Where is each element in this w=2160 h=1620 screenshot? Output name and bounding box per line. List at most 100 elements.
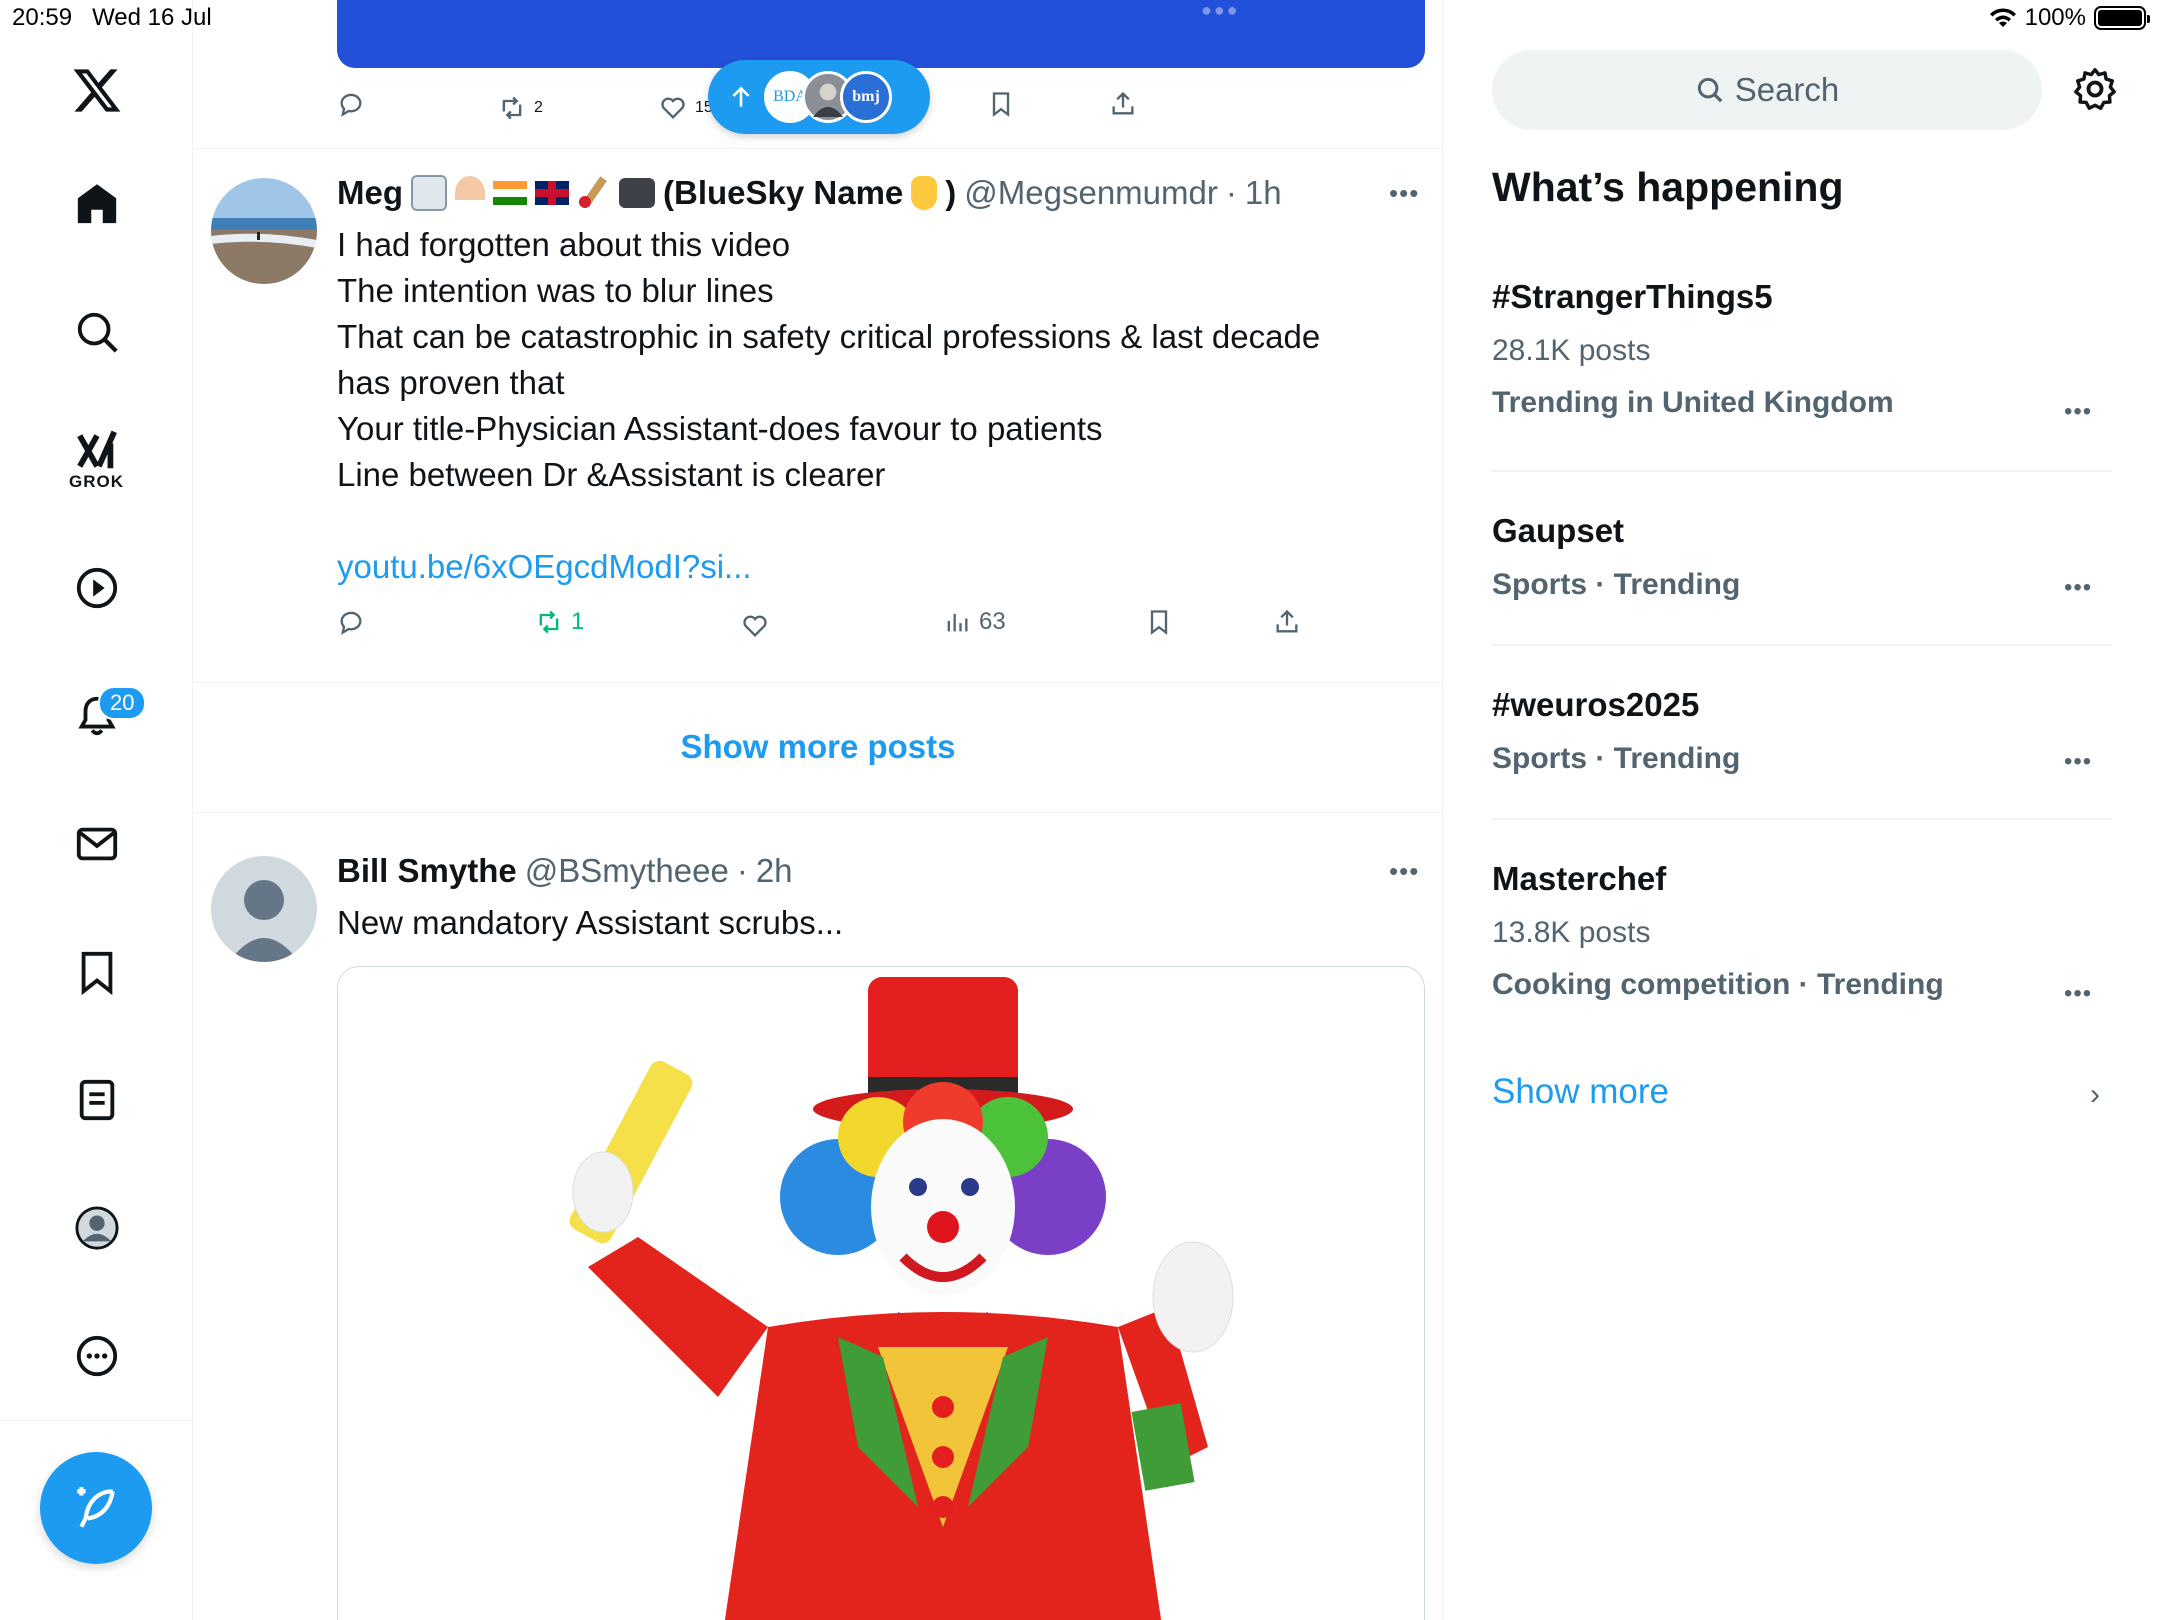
reply-icon <box>340 93 362 117</box>
trend-context: Sports · Trending <box>1492 568 1741 601</box>
nav-bookmarks[interactable] <box>0 932 193 1012</box>
trend-name: #weuros2025 <box>1492 686 1700 723</box>
nav-divider <box>0 1420 193 1421</box>
tweet-line: Your title-Physician Assistant-does favo… <box>337 410 1103 447</box>
tweet-author-name[interactable]: Bill Smythe <box>337 852 517 890</box>
new-posts-pill[interactable]: BDA bmj <box>708 60 930 134</box>
list-icon <box>79 1079 114 1121</box>
trend-item[interactable]: Gaupset Sports · Trending ••• <box>1492 512 2112 602</box>
nav-messages[interactable] <box>0 804 193 884</box>
tweet-header: Bill Smythe @BSmytheee · 2h <box>337 852 793 890</box>
like-button[interactable]: 15 <box>659 94 713 122</box>
like-button[interactable] <box>741 612 769 640</box>
play-circle-icon <box>76 567 117 609</box>
pill-avatar-bmj: bmj <box>840 71 892 123</box>
search-icon <box>77 312 118 353</box>
tweet-more-button[interactable]: ••• <box>1389 178 1419 209</box>
tweet-line: I had forgotten about this video <box>337 226 791 263</box>
nav-more[interactable] <box>0 1316 193 1396</box>
x-logo-icon <box>73 69 120 112</box>
trend-item[interactable]: Masterchef 13.8K posts Cooking competiti… <box>1492 860 2112 1007</box>
trend-posts: 13.8K posts <box>1492 916 1651 949</box>
bookmark-button[interactable] <box>987 90 1015 118</box>
trend-name: Masterchef <box>1492 860 1667 897</box>
heart-icon <box>661 97 685 119</box>
show-more-posts-button[interactable]: Show more posts <box>193 682 1442 812</box>
trend-divider <box>1492 818 2112 820</box>
battery-percent: 100% <box>2024 4 2086 31</box>
tweet-text: New mandatory Assistant scrubs... <box>337 904 844 941</box>
flag-india-icon <box>493 181 527 205</box>
reply-icon <box>340 611 362 635</box>
top-tweet-media[interactable]: ●●● <box>337 0 1425 68</box>
views-button[interactable]: 63 <box>943 608 1006 636</box>
tweet-handle[interactable]: @Megsenmumdr <box>964 174 1218 212</box>
compose-button[interactable] <box>40 1452 152 1564</box>
tweet-link[interactable]: youtu.be/6xOEgcdModI?si... <box>337 548 752 586</box>
more-circle-icon <box>76 1335 117 1377</box>
status-bar-right: 100% <box>1989 4 2150 32</box>
trend-item[interactable]: #weuros2025 Sports · Trending ••• <box>1492 686 2112 776</box>
nav-profile[interactable] <box>0 1188 193 1268</box>
default-avatar-icon <box>229 880 299 962</box>
trend-context: Sports · Trending <box>1492 742 1741 775</box>
reply-button[interactable] <box>337 608 365 636</box>
trend-more-button[interactable]: ••• <box>2064 398 2092 426</box>
trend-posts: 28.1K posts <box>1492 334 1651 367</box>
x-logo[interactable] <box>0 50 193 130</box>
battery-icon <box>2094 6 2150 30</box>
nav-explore[interactable] <box>0 292 193 372</box>
share-button[interactable] <box>1109 90 1137 118</box>
search-placeholder: Search <box>1734 71 1840 108</box>
nav-notifications[interactable]: 20 <box>0 676 193 756</box>
nav-videos[interactable] <box>0 548 193 628</box>
repost-button-active[interactable]: 1 <box>535 608 584 636</box>
tweet-more-button[interactable]: ••• <box>1389 856 1419 887</box>
emoji-doctor-icon <box>455 176 485 210</box>
views-count: 63 <box>979 608 1006 635</box>
settings-gear-icon[interactable] <box>2072 66 2118 112</box>
analytics-icon <box>947 613 968 632</box>
share-button[interactable] <box>1273 608 1301 636</box>
trend-more-button[interactable]: ••• <box>2064 574 2092 602</box>
main-feed: ●●● 2 15 BDA bmj Meg (BlueSky Name) @Me… <box>193 0 1443 1620</box>
bookmark-button[interactable] <box>1145 608 1173 636</box>
movie-camera-icon <box>619 178 655 208</box>
tweet-avatar-bill[interactable] <box>211 856 317 962</box>
bookmark-icon <box>81 951 112 995</box>
tweet-author-name[interactable]: Meg <box>337 174 403 212</box>
tweet-media-image[interactable] <box>337 966 1425 1620</box>
trend-name: Gaupset <box>1492 512 1625 549</box>
tweet-avatar-meg[interactable] <box>211 178 317 284</box>
share-icon <box>1112 91 1134 115</box>
trend-more-button[interactable]: ••• <box>2064 748 2092 776</box>
repost-icon <box>502 96 522 120</box>
repost-icon <box>539 610 559 634</box>
tweet-time[interactable]: 1h <box>1245 174 1282 212</box>
reply-button[interactable] <box>337 90 365 118</box>
repost-button[interactable]: 2 <box>498 94 543 122</box>
tweet-line: That can be catastrophic in safety criti… <box>337 318 1321 355</box>
tweet-handle[interactable]: @BSmytheee <box>525 852 729 890</box>
beach-photo-avatar <box>211 178 317 284</box>
chevron-right-icon: › <box>2090 1078 2100 1111</box>
pill-avatars: BDA bmj <box>764 71 892 123</box>
emoji-family-icon <box>411 175 447 211</box>
nav-grok[interactable]: GROK <box>0 420 193 500</box>
grok-label: GROK <box>69 472 124 491</box>
cricket-icon <box>577 176 611 210</box>
search-input[interactable]: Search <box>1492 50 2042 130</box>
flag-uk-icon <box>535 181 569 205</box>
share-icon <box>1276 609 1298 633</box>
trend-more-button[interactable]: ••• <box>2064 980 2092 1008</box>
home-icon <box>77 184 116 224</box>
trend-item[interactable]: #StrangerThings5 28.1K posts Trending in… <box>1492 278 2112 425</box>
profile-avatar-icon <box>74 1206 119 1250</box>
show-more-link[interactable]: Show more <box>1492 1072 1669 1112</box>
tweet-text: I had forgotten about this video The int… <box>337 222 1320 498</box>
tweet-time[interactable]: 2h <box>756 852 793 890</box>
nav-home[interactable] <box>0 164 193 244</box>
trend-context: Trending in United Kingdom <box>1492 386 1894 419</box>
mail-icon <box>76 827 117 861</box>
nav-lists[interactable] <box>0 1060 193 1140</box>
